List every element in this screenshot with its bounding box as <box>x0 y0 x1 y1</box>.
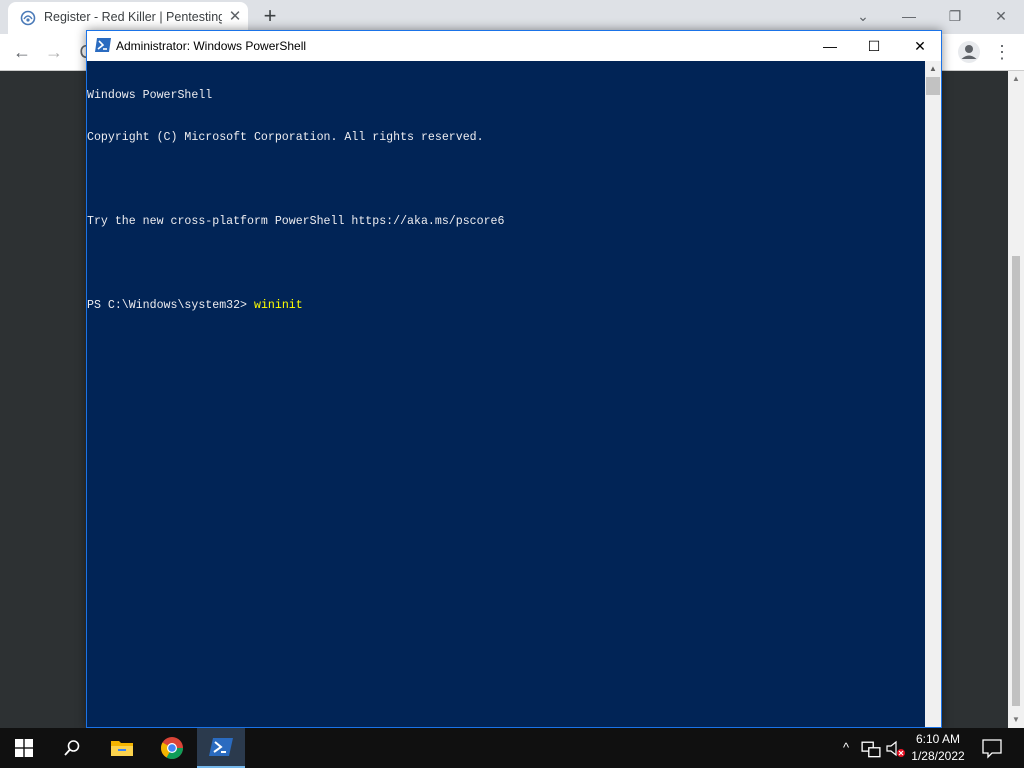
tab-search-icon[interactable]: ⌄ <box>840 2 886 30</box>
start-button[interactable] <box>0 728 48 768</box>
browser-restore-button[interactable]: ❐ <box>932 2 978 30</box>
tab-title: Register - Red Killer | Pentesting <box>44 10 222 24</box>
command-text[interactable]: wininit <box>254 299 303 312</box>
notification-center-icon[interactable] <box>980 736 1004 760</box>
tab-favicon-icon <box>20 10 36 26</box>
browser-close-button[interactable]: ✕ <box>978 2 1024 30</box>
back-button[interactable]: ← <box>10 40 34 64</box>
powershell-scrollbar[interactable]: ▲ <box>925 61 941 727</box>
prompt-text: PS C:\Windows\system32> <box>87 299 254 312</box>
ps-maximize-button[interactable]: ☐ <box>851 31 897 61</box>
powershell-taskbar-button[interactable] <box>197 728 245 768</box>
chrome-icon <box>161 737 183 759</box>
prompt-line: PS C:\Windows\system32> wininit <box>87 299 925 313</box>
file-explorer-button[interactable] <box>98 728 146 768</box>
tray-chevron-icon[interactable]: ^ <box>836 738 856 758</box>
tab-close-icon[interactable]: ✕ <box>226 8 244 26</box>
ps-minimize-button[interactable]: — <box>807 31 853 61</box>
forward-button[interactable]: → <box>42 40 66 64</box>
browser-scroll-thumb[interactable] <box>1012 256 1020 706</box>
ps-scroll-thumb[interactable] <box>926 77 940 95</box>
chrome-menu-button[interactable]: ⋮ <box>990 40 1014 64</box>
console-line: Try the new cross-platform PowerShell ht… <box>87 215 505 228</box>
powershell-title: Administrator: Windows PowerShell <box>116 39 307 53</box>
clock-date: 1/28/2022 <box>911 749 965 763</box>
console-line: Windows PowerShell <box>87 89 213 102</box>
console-line: Copyright (C) Microsoft Corporation. All… <box>87 131 484 144</box>
windows-start-icon <box>15 739 33 757</box>
search-button[interactable] <box>48 728 96 768</box>
browser-scrollbar[interactable]: ▲ ▼ <box>1008 71 1024 728</box>
profile-avatar-icon[interactable] <box>957 40 981 64</box>
scroll-up-arrow-icon[interactable]: ▲ <box>1008 71 1024 87</box>
search-icon <box>64 740 80 756</box>
clock-time: 6:10 AM <box>915 732 961 746</box>
powershell-window: Administrator: Windows PowerShell — ☐ ✕ … <box>86 30 942 728</box>
network-icon[interactable] <box>861 740 881 760</box>
powershell-icon <box>95 38 111 52</box>
chrome-taskbar-button[interactable] <box>148 728 196 768</box>
ps-close-button[interactable]: ✕ <box>897 31 943 61</box>
powershell-console[interactable]: Windows PowerShell Copyright (C) Microso… <box>87 61 925 727</box>
scroll-down-arrow-icon[interactable]: ▼ <box>1008 712 1024 728</box>
file-explorer-icon <box>111 741 133 756</box>
system-clock[interactable]: 6:10 AM 1/28/2022 <box>900 731 976 765</box>
browser-minimize-button[interactable]: — <box>886 2 932 30</box>
taskbar: ^ 6:10 AM 1/28/2022 <box>0 728 1024 768</box>
powershell-icon <box>209 738 233 756</box>
ps-scroll-up-icon[interactable]: ▲ <box>925 61 941 77</box>
powershell-titlebar[interactable]: Administrator: Windows PowerShell — ☐ ✕ <box>87 31 941 61</box>
new-tab-button[interactable]: + <box>258 4 282 28</box>
chrome-tab-strip: Register - Red Killer | Pentesting ✕ + ⌄… <box>0 0 1024 34</box>
